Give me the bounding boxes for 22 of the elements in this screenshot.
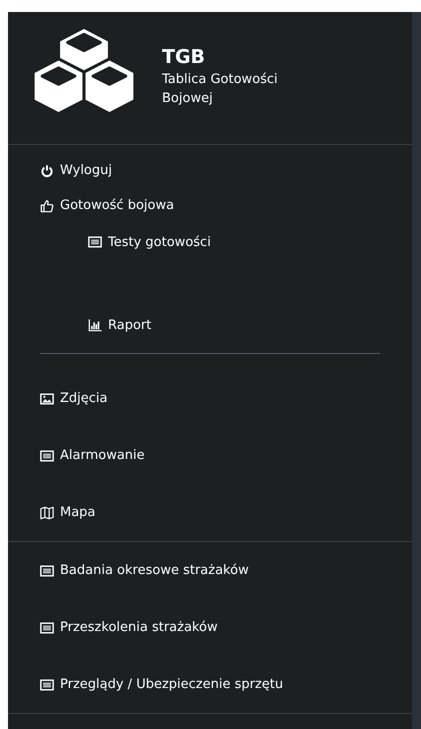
menu-item[interactable]: Badania okresowe strażaków (8, 542, 412, 599)
list-icon (40, 620, 54, 634)
menu-item[interactable]: Przeglądy / Ubezpieczenie sprzętu (8, 656, 412, 713)
map-icon (40, 506, 54, 520)
menu-item[interactable]: Gotowość bojowa (8, 188, 412, 223)
list-icon (88, 235, 102, 249)
app-title: TGB (162, 45, 206, 70)
list-icon (40, 448, 54, 462)
thumbs-up-icon (40, 198, 54, 212)
menu-item[interactable]: Zdjęcia (8, 370, 412, 427)
menu-item[interactable]: Przeszkolenia strażaków (8, 599, 412, 656)
menu-item[interactable]: Mapa (8, 484, 412, 541)
list-icon (40, 678, 54, 692)
list-icon (40, 564, 54, 578)
power-icon (40, 164, 54, 178)
menu-item[interactable]: Wyloguj (8, 153, 412, 188)
menu-item[interactable]: Alarmowanie (8, 427, 412, 484)
image-icon (40, 392, 54, 406)
bar-chart-icon (88, 318, 102, 332)
submenu-item[interactable]: Testy gotowości (8, 223, 412, 261)
submenu-item[interactable]: Raport (8, 306, 412, 344)
app-subtitle: Tablica Gotowości Bojowej (162, 71, 279, 108)
